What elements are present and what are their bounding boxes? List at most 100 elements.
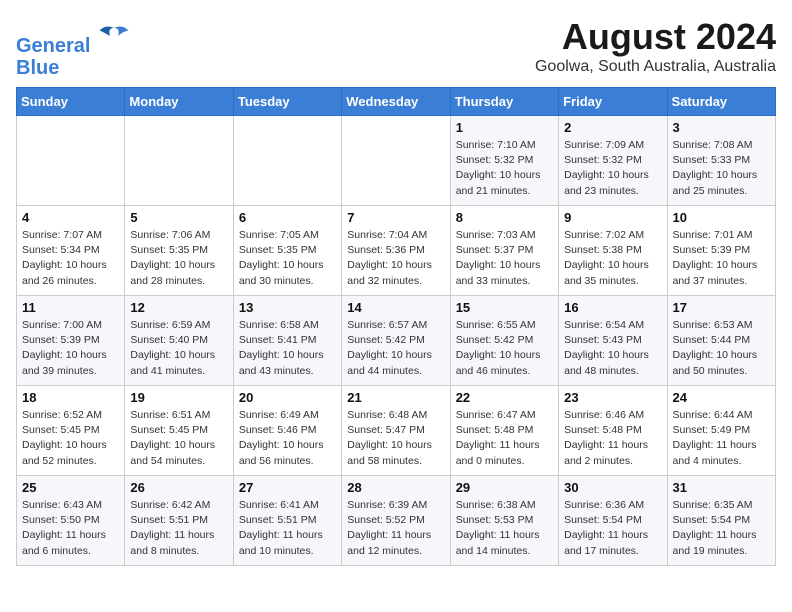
day-number: 14 bbox=[347, 300, 444, 315]
day-number: 21 bbox=[347, 390, 444, 405]
calendar-cell bbox=[17, 116, 125, 206]
day-number: 6 bbox=[239, 210, 336, 225]
calendar-cell: 9Sunrise: 7:02 AM Sunset: 5:38 PM Daylig… bbox=[559, 206, 667, 296]
calendar-cell: 20 Sunrise: 6:49 AM Sunset: 5:46 PM Dayli… bbox=[233, 386, 341, 476]
calendar-cell: 21 Sunrise: 6:48 AM Sunset: 5:47 PM Dayli… bbox=[342, 386, 450, 476]
calendar-week-row: 25 Sunrise: 6:43 AM Sunset: 5:50 PM Dayli… bbox=[17, 476, 776, 566]
day-info: Sunrise: 6:51 AM Sunset: 5:45 PM Dayligh… bbox=[130, 408, 227, 469]
day-number: 20 bbox=[239, 390, 336, 405]
calendar-cell: 13Sunrise: 6:58 AM Sunset: 5:41 PM Dayli… bbox=[233, 296, 341, 386]
calendar-cell: 18 Sunrise: 6:52 AM Sunset: 5:45 PM Dayli… bbox=[17, 386, 125, 476]
day-number: 10 bbox=[673, 210, 770, 225]
logo-text2: Blue bbox=[16, 57, 130, 79]
calendar-cell: 11 Sunrise: 7:00 AM Sunset: 5:39 PM Dayli… bbox=[17, 296, 125, 386]
calendar-cell: 26 Sunrise: 6:42 AM Sunset: 5:51 PM Dayli… bbox=[125, 476, 233, 566]
calendar-week-row: 18 Sunrise: 6:52 AM Sunset: 5:45 PM Dayli… bbox=[17, 386, 776, 476]
calendar-cell: 14 Sunrise: 6:57 AM Sunset: 5:42 PM Dayli… bbox=[342, 296, 450, 386]
day-info: Sunrise: 7:05 AM Sunset: 5:35 PM Dayligh… bbox=[239, 228, 336, 289]
logo-bird-icon bbox=[98, 20, 130, 52]
logo-text: General bbox=[16, 20, 130, 57]
calendar-cell bbox=[125, 116, 233, 206]
calendar-cell: 8Sunrise: 7:03 AM Sunset: 5:37 PM Daylig… bbox=[450, 206, 558, 296]
day-info: Sunrise: 7:06 AM Sunset: 5:35 PM Dayligh… bbox=[130, 228, 227, 289]
day-number: 18 bbox=[22, 390, 119, 405]
calendar-cell: 25 Sunrise: 6:43 AM Sunset: 5:50 PM Dayli… bbox=[17, 476, 125, 566]
day-number: 3 bbox=[673, 120, 770, 135]
day-number: 26 bbox=[130, 480, 227, 495]
calendar-cell: 17 Sunrise: 6:53 AM Sunset: 5:44 PM Dayli… bbox=[667, 296, 775, 386]
day-number: 30 bbox=[564, 480, 661, 495]
day-info: Sunrise: 6:41 AM Sunset: 5:51 PM Dayligh… bbox=[239, 498, 336, 559]
day-info: Sunrise: 7:07 AM Sunset: 5:34 PM Dayligh… bbox=[22, 228, 119, 289]
day-number: 22 bbox=[456, 390, 553, 405]
calendar-cell: 19 Sunrise: 6:51 AM Sunset: 5:45 PM Dayli… bbox=[125, 386, 233, 476]
day-number: 5 bbox=[130, 210, 227, 225]
day-info: Sunrise: 6:55 AM Sunset: 5:42 PM Dayligh… bbox=[456, 318, 553, 379]
weekday-header: Tuesday bbox=[233, 88, 341, 116]
day-number: 23 bbox=[564, 390, 661, 405]
day-info: Sunrise: 6:47 AM Sunset: 5:48 PM Dayligh… bbox=[456, 408, 553, 469]
day-number: 28 bbox=[347, 480, 444, 495]
weekday-header: Saturday bbox=[667, 88, 775, 116]
calendar-cell: 7Sunrise: 7:04 AM Sunset: 5:36 PM Daylig… bbox=[342, 206, 450, 296]
day-number: 27 bbox=[239, 480, 336, 495]
weekday-header: Friday bbox=[559, 88, 667, 116]
day-number: 1 bbox=[456, 120, 553, 135]
day-info: Sunrise: 6:52 AM Sunset: 5:45 PM Dayligh… bbox=[22, 408, 119, 469]
title-block: August 2024 Goolwa, South Australia, Aus… bbox=[535, 16, 776, 76]
day-info: Sunrise: 6:54 AM Sunset: 5:43 PM Dayligh… bbox=[564, 318, 661, 379]
calendar-cell: 12Sunrise: 6:59 AM Sunset: 5:40 PM Dayli… bbox=[125, 296, 233, 386]
day-info: Sunrise: 7:04 AM Sunset: 5:36 PM Dayligh… bbox=[347, 228, 444, 289]
day-info: Sunrise: 6:43 AM Sunset: 5:50 PM Dayligh… bbox=[22, 498, 119, 559]
calendar-cell: 27 Sunrise: 6:41 AM Sunset: 5:51 PM Dayli… bbox=[233, 476, 341, 566]
day-info: Sunrise: 6:46 AM Sunset: 5:48 PM Dayligh… bbox=[564, 408, 661, 469]
day-info: Sunrise: 6:38 AM Sunset: 5:53 PM Dayligh… bbox=[456, 498, 553, 559]
calendar-cell: 5 Sunrise: 7:06 AM Sunset: 5:35 PM Daylig… bbox=[125, 206, 233, 296]
day-number: 11 bbox=[22, 300, 119, 315]
day-number: 2 bbox=[564, 120, 661, 135]
calendar-cell: 31Sunrise: 6:35 AM Sunset: 5:54 PM Dayli… bbox=[667, 476, 775, 566]
day-info: Sunrise: 6:58 AM Sunset: 5:41 PM Dayligh… bbox=[239, 318, 336, 379]
calendar-cell bbox=[342, 116, 450, 206]
day-info: Sunrise: 7:01 AM Sunset: 5:39 PM Dayligh… bbox=[673, 228, 770, 289]
page-title: August 2024 bbox=[535, 16, 776, 58]
day-number: 12 bbox=[130, 300, 227, 315]
day-info: Sunrise: 6:36 AM Sunset: 5:54 PM Dayligh… bbox=[564, 498, 661, 559]
calendar-cell: 22 Sunrise: 6:47 AM Sunset: 5:48 PM Dayli… bbox=[450, 386, 558, 476]
day-info: Sunrise: 6:57 AM Sunset: 5:42 PM Dayligh… bbox=[347, 318, 444, 379]
calendar-cell: 29Sunrise: 6:38 AM Sunset: 5:53 PM Dayli… bbox=[450, 476, 558, 566]
calendar-cell: 1 Sunrise: 7:10 AM Sunset: 5:32 PM Daylig… bbox=[450, 116, 558, 206]
calendar-table: SundayMondayTuesdayWednesdayThursdayFrid… bbox=[16, 87, 776, 566]
calendar-week-row: 1 Sunrise: 7:10 AM Sunset: 5:32 PM Daylig… bbox=[17, 116, 776, 206]
calendar-cell: 4Sunrise: 7:07 AM Sunset: 5:34 PM Daylig… bbox=[17, 206, 125, 296]
day-info: Sunrise: 6:53 AM Sunset: 5:44 PM Dayligh… bbox=[673, 318, 770, 379]
day-number: 9 bbox=[564, 210, 661, 225]
logo: General Blue bbox=[16, 20, 130, 79]
day-number: 19 bbox=[130, 390, 227, 405]
calendar-week-row: 4Sunrise: 7:07 AM Sunset: 5:34 PM Daylig… bbox=[17, 206, 776, 296]
day-info: Sunrise: 7:08 AM Sunset: 5:33 PM Dayligh… bbox=[673, 138, 770, 199]
day-info: Sunrise: 6:49 AM Sunset: 5:46 PM Dayligh… bbox=[239, 408, 336, 469]
calendar-cell: 16 Sunrise: 6:54 AM Sunset: 5:43 PM Dayli… bbox=[559, 296, 667, 386]
calendar-week-row: 11 Sunrise: 7:00 AM Sunset: 5:39 PM Dayli… bbox=[17, 296, 776, 386]
day-number: 17 bbox=[673, 300, 770, 315]
day-info: Sunrise: 6:48 AM Sunset: 5:47 PM Dayligh… bbox=[347, 408, 444, 469]
weekday-header: Wednesday bbox=[342, 88, 450, 116]
calendar-cell: 23 Sunrise: 6:46 AM Sunset: 5:48 PM Dayli… bbox=[559, 386, 667, 476]
day-number: 25 bbox=[22, 480, 119, 495]
day-info: Sunrise: 7:09 AM Sunset: 5:32 PM Dayligh… bbox=[564, 138, 661, 199]
day-number: 24 bbox=[673, 390, 770, 405]
weekday-header: Sunday bbox=[17, 88, 125, 116]
day-info: Sunrise: 7:03 AM Sunset: 5:37 PM Dayligh… bbox=[456, 228, 553, 289]
calendar-cell: 2 Sunrise: 7:09 AM Sunset: 5:32 PM Daylig… bbox=[559, 116, 667, 206]
day-info: Sunrise: 6:42 AM Sunset: 5:51 PM Dayligh… bbox=[130, 498, 227, 559]
calendar-cell: 10 Sunrise: 7:01 AM Sunset: 5:39 PM Dayli… bbox=[667, 206, 775, 296]
day-info: Sunrise: 7:00 AM Sunset: 5:39 PM Dayligh… bbox=[22, 318, 119, 379]
day-info: Sunrise: 7:10 AM Sunset: 5:32 PM Dayligh… bbox=[456, 138, 553, 199]
day-info: Sunrise: 6:39 AM Sunset: 5:52 PM Dayligh… bbox=[347, 498, 444, 559]
calendar-cell: 3 Sunrise: 7:08 AM Sunset: 5:33 PM Daylig… bbox=[667, 116, 775, 206]
calendar-cell: 15 Sunrise: 6:55 AM Sunset: 5:42 PM Dayli… bbox=[450, 296, 558, 386]
day-number: 15 bbox=[456, 300, 553, 315]
calendar-cell bbox=[233, 116, 341, 206]
day-number: 16 bbox=[564, 300, 661, 315]
